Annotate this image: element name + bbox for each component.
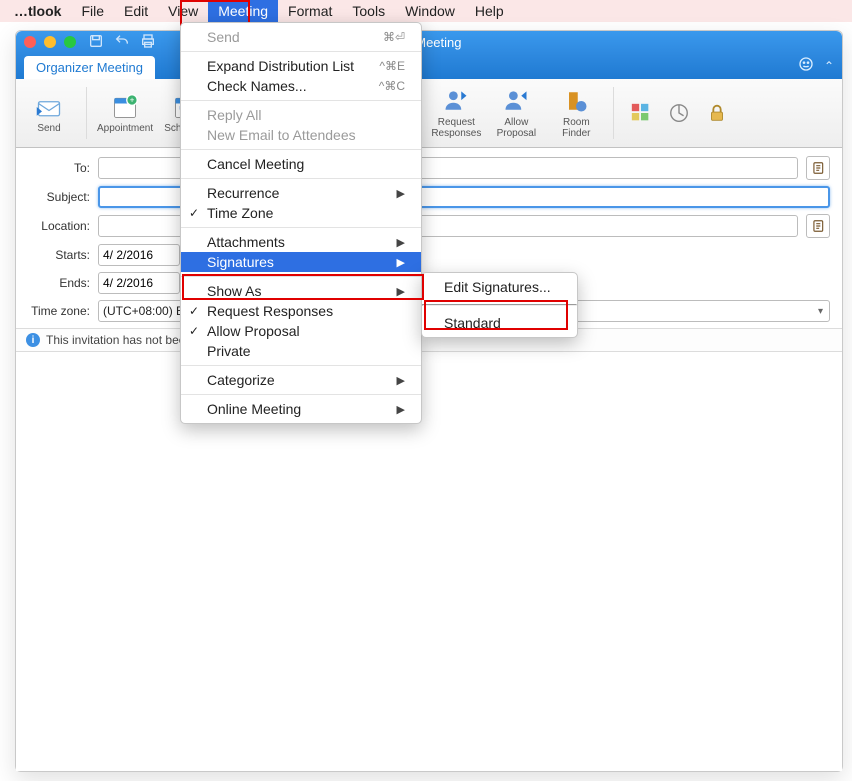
allow-proposal-label: Allow Proposal — [497, 117, 536, 139]
emoji-icon[interactable] — [798, 56, 814, 75]
end-date-field[interactable] — [98, 272, 180, 294]
menu-format[interactable]: Format — [278, 0, 342, 22]
menu-window[interactable]: Window — [395, 0, 465, 22]
menu-new-email[interactable]: New Email to Attendees — [181, 125, 421, 145]
send-label: Send — [37, 123, 60, 134]
chevron-right-icon: ▶ — [397, 187, 405, 200]
info-text: This invitation has not bee — [46, 333, 185, 347]
categorize-button[interactable] — [624, 83, 658, 143]
menu-reply-all[interactable]: Reply All — [181, 105, 421, 125]
address-book-button[interactable] — [806, 156, 830, 180]
collapse-ribbon-icon[interactable]: ⌃ — [824, 59, 834, 73]
menu-send[interactable]: Send ⌘⏎ — [181, 27, 421, 47]
separator — [86, 87, 87, 139]
allow-proposal-button[interactable]: Allow Proposal — [489, 83, 543, 143]
menu-show-as[interactable]: Show As▶ — [181, 281, 421, 301]
menu-request-responses[interactable]: ✓Request Responses — [181, 301, 421, 321]
menu-expand-dl[interactable]: Expand Distribution List ^⌘E — [181, 56, 421, 76]
signatures-submenu: Edit Signatures... Standard — [421, 272, 578, 338]
meeting-window: 2 - Meeting Organizer Meeting ⌃ Send + A… — [15, 30, 843, 772]
timezone-value: (UTC+08:00) B — [103, 304, 184, 318]
titlebar: 2 - Meeting — [16, 31, 842, 53]
chevron-right-icon: ▶ — [397, 256, 405, 269]
svg-text:+: + — [130, 95, 135, 104]
ends-label: Ends: — [28, 276, 90, 290]
request-responses-label: Request Responses — [431, 117, 481, 139]
menu-view[interactable]: View — [158, 0, 208, 22]
menu-help[interactable]: Help — [465, 0, 514, 22]
start-date-field[interactable] — [98, 244, 180, 266]
menu-attachments[interactable]: Attachments▶ — [181, 232, 421, 252]
menu-edit[interactable]: Edit — [114, 0, 158, 22]
submenu-standard[interactable]: Standard — [422, 313, 577, 333]
app-name: …tlook — [4, 3, 71, 19]
chevron-right-icon: ▶ — [397, 285, 405, 298]
zoom-window-button[interactable] — [64, 36, 76, 48]
timezone-label: Time zone: — [28, 304, 90, 318]
appointment-label: Appointment — [97, 123, 153, 134]
location-label: Location: — [28, 219, 90, 233]
menu-meeting[interactable]: Meeting — [208, 0, 278, 22]
room-finder-label: Room Finder — [562, 117, 590, 139]
check-icon: ✓ — [189, 324, 199, 338]
menu-cancel-meeting[interactable]: Cancel Meeting — [181, 154, 421, 174]
undo-icon[interactable] — [114, 33, 130, 52]
menu-check-names[interactable]: Check Names... ^⌘C — [181, 76, 421, 96]
room-picker-button[interactable] — [806, 214, 830, 238]
menu-time-zone[interactable]: ✓Time Zone — [181, 203, 421, 223]
menu-private[interactable]: Private — [181, 341, 421, 361]
save-icon[interactable] — [88, 33, 104, 52]
check-icon: ✓ — [189, 206, 199, 220]
chevron-right-icon: ▶ — [397, 236, 405, 249]
menu-file[interactable]: File — [71, 0, 114, 22]
menu-categorize[interactable]: Categorize▶ — [181, 370, 421, 390]
request-responses-button[interactable]: Request Responses — [429, 83, 483, 143]
traffic-lights — [24, 36, 76, 48]
check-icon: ✓ — [189, 304, 199, 318]
quick-access-toolbar — [88, 33, 156, 52]
private-button[interactable] — [700, 83, 734, 143]
menu-signatures[interactable]: Signatures▶ — [181, 252, 421, 272]
to-label: To: — [28, 161, 90, 175]
print-icon[interactable] — [140, 33, 156, 52]
chevron-right-icon: ▶ — [397, 374, 405, 387]
minimize-window-button[interactable] — [44, 36, 56, 48]
send-button[interactable]: Send — [22, 83, 76, 143]
info-icon: i — [26, 333, 40, 347]
menu-tools[interactable]: Tools — [342, 0, 395, 22]
menu-recurrence[interactable]: Recurrence▶ — [181, 183, 421, 203]
chevron-right-icon: ▶ — [397, 403, 405, 416]
appointment-button[interactable]: + Appointment — [97, 83, 153, 143]
message-body[interactable] — [16, 352, 842, 771]
subject-label: Subject: — [28, 190, 90, 204]
mac-menubar: …tlook File Edit View Meeting Format Too… — [0, 0, 852, 22]
ribbon: Send + Appointment Schedu… Busy ▲▼ ⏰ Min — [16, 79, 842, 148]
room-finder-button[interactable]: Room Finder — [549, 83, 603, 143]
starts-label: Starts: — [28, 248, 90, 262]
submenu-edit-signatures[interactable]: Edit Signatures... — [422, 277, 577, 297]
menu-allow-proposal[interactable]: ✓Allow Proposal — [181, 321, 421, 341]
tab-organizer-meeting[interactable]: Organizer Meeting — [24, 56, 155, 79]
meeting-menu: Send ⌘⏎ Expand Distribution List ^⌘E Che… — [180, 22, 422, 424]
ribbon-tab-bar: Organizer Meeting ⌃ — [16, 53, 842, 79]
time-zone-button[interactable] — [662, 83, 696, 143]
menu-online-meeting[interactable]: Online Meeting▶ — [181, 399, 421, 419]
close-window-button[interactable] — [24, 36, 36, 48]
separator — [613, 87, 614, 139]
